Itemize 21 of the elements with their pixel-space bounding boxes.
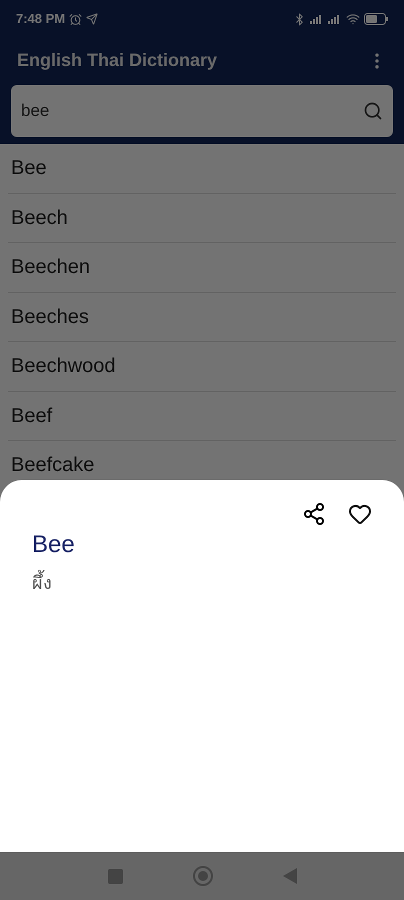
signal-icon [310, 14, 324, 24]
result-item[interactable]: Beechen [8, 243, 396, 292]
search-field[interactable]: bee [11, 85, 393, 137]
favorite-button[interactable] [348, 502, 372, 526]
result-item[interactable]: Beeches [8, 292, 396, 342]
result-item[interactable]: Bee [8, 144, 396, 194]
wifi-icon [346, 12, 360, 26]
app-title: English Thai Dictionary [17, 49, 218, 72]
share-button[interactable] [302, 502, 326, 526]
telegram-icon [86, 13, 98, 25]
search-icon [363, 101, 383, 121]
word-title: Bee [32, 530, 76, 560]
status-time: 7:48 PM [16, 10, 66, 28]
result-item[interactable]: Beechwood [8, 342, 396, 392]
signal-icon [328, 14, 342, 24]
result-item[interactable]: Beef [8, 392, 396, 441]
word-translation: ผึ้ง [32, 570, 404, 597]
alarm-icon [69, 12, 82, 26]
result-item[interactable]: Beech [8, 194, 396, 243]
bluetooth-icon [293, 12, 306, 26]
battery-icon [364, 13, 388, 25]
